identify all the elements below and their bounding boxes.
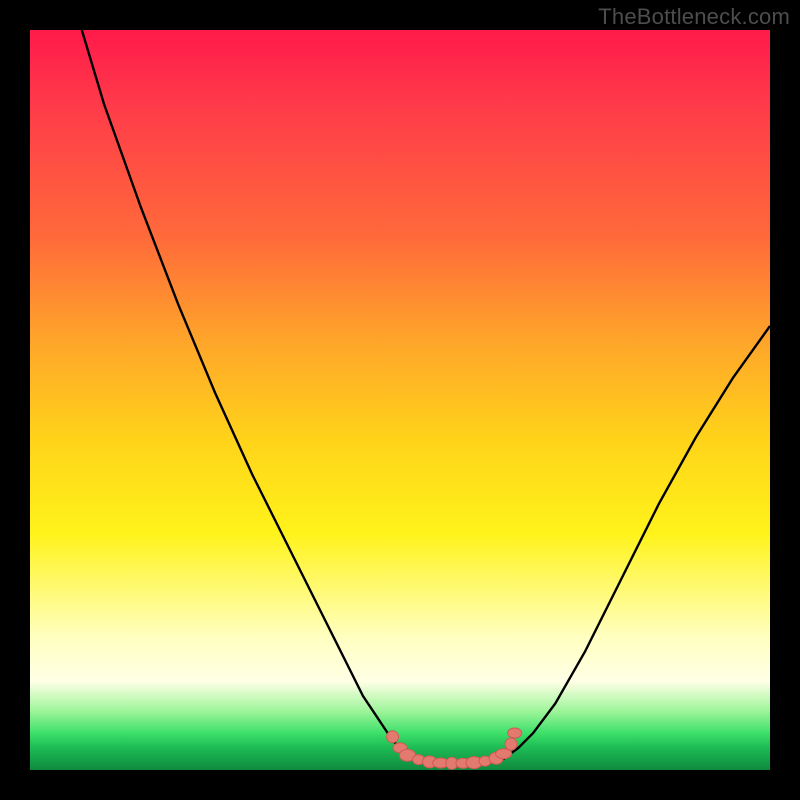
floor-marker — [505, 738, 517, 750]
curve-layer — [30, 30, 770, 770]
floor-marker — [508, 728, 522, 738]
watermark-text: TheBottleneck.com — [598, 4, 790, 30]
chart-frame: TheBottleneck.com — [0, 0, 800, 800]
floor-markers — [387, 728, 522, 769]
floor-marker — [387, 731, 399, 743]
bottleneck-curve — [82, 30, 770, 764]
